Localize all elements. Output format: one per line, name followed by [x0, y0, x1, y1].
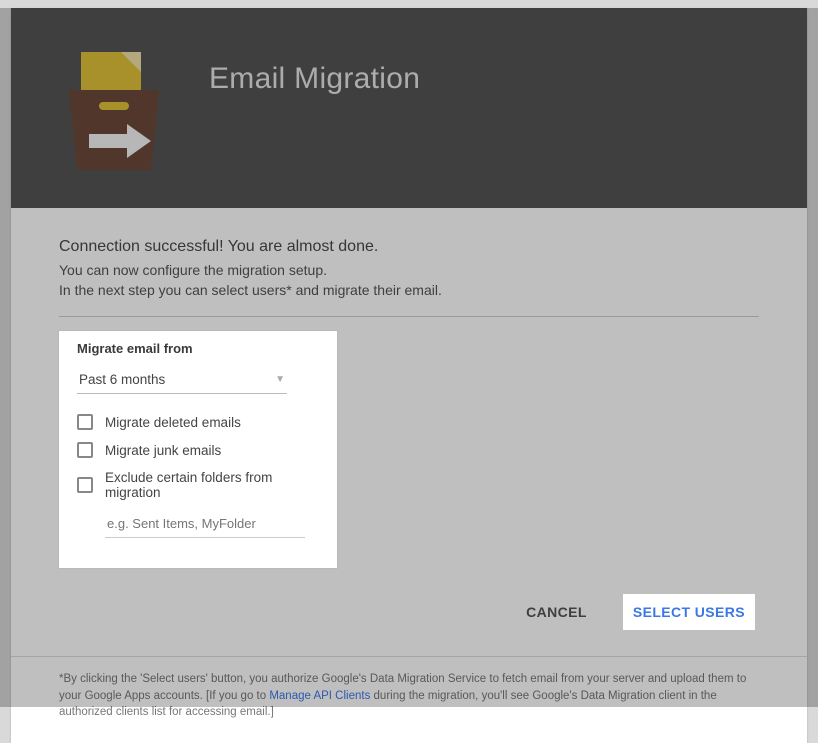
option-migrate-deleted[interactable]: Migrate deleted emails — [77, 414, 319, 430]
email-migration-icon — [59, 40, 169, 180]
dialog-actions: CANCEL SELECT USERS — [11, 588, 807, 656]
manage-api-clients-link[interactable]: Manage API Clients — [269, 690, 370, 702]
dialog: Email Migration Connection successful! Y… — [11, 8, 807, 743]
option-label: Exclude certain folders from migration — [105, 470, 319, 500]
checkbox-icon[interactable] — [77, 414, 93, 430]
migrate-from-label: Migrate email from — [77, 341, 319, 356]
divider — [59, 316, 759, 317]
dialog-header: Email Migration — [11, 8, 807, 208]
select-users-button[interactable]: SELECT USERS — [623, 594, 755, 630]
dialog-footer: *By clicking the 'Select users' button, … — [11, 656, 807, 743]
migrate-from-select[interactable]: Past 6 months ▼ — [77, 366, 287, 394]
cancel-button[interactable]: CANCEL — [518, 594, 595, 630]
migrate-from-value: Past 6 months — [79, 372, 165, 387]
option-label: Migrate deleted emails — [105, 415, 241, 430]
status-line-2: In the next step you can select users* a… — [59, 282, 759, 298]
exclude-folders-input[interactable] — [105, 512, 305, 538]
option-migrate-junk[interactable]: Migrate junk emails — [77, 442, 319, 458]
checkbox-icon[interactable] — [77, 442, 93, 458]
dialog-title: Email Migration — [209, 62, 420, 96]
option-exclude-folders[interactable]: Exclude certain folders from migration — [77, 470, 319, 500]
status-title: Connection successful! You are almost do… — [59, 238, 759, 256]
option-label: Migrate junk emails — [105, 443, 221, 458]
chevron-down-icon: ▼ — [275, 374, 285, 385]
migration-options-panel: Migrate email from Past 6 months ▼ Migra… — [59, 331, 337, 568]
checkbox-icon[interactable] — [77, 477, 93, 493]
status-line-1: You can now configure the migration setu… — [59, 262, 759, 278]
dialog-content: Connection successful! You are almost do… — [11, 208, 807, 588]
